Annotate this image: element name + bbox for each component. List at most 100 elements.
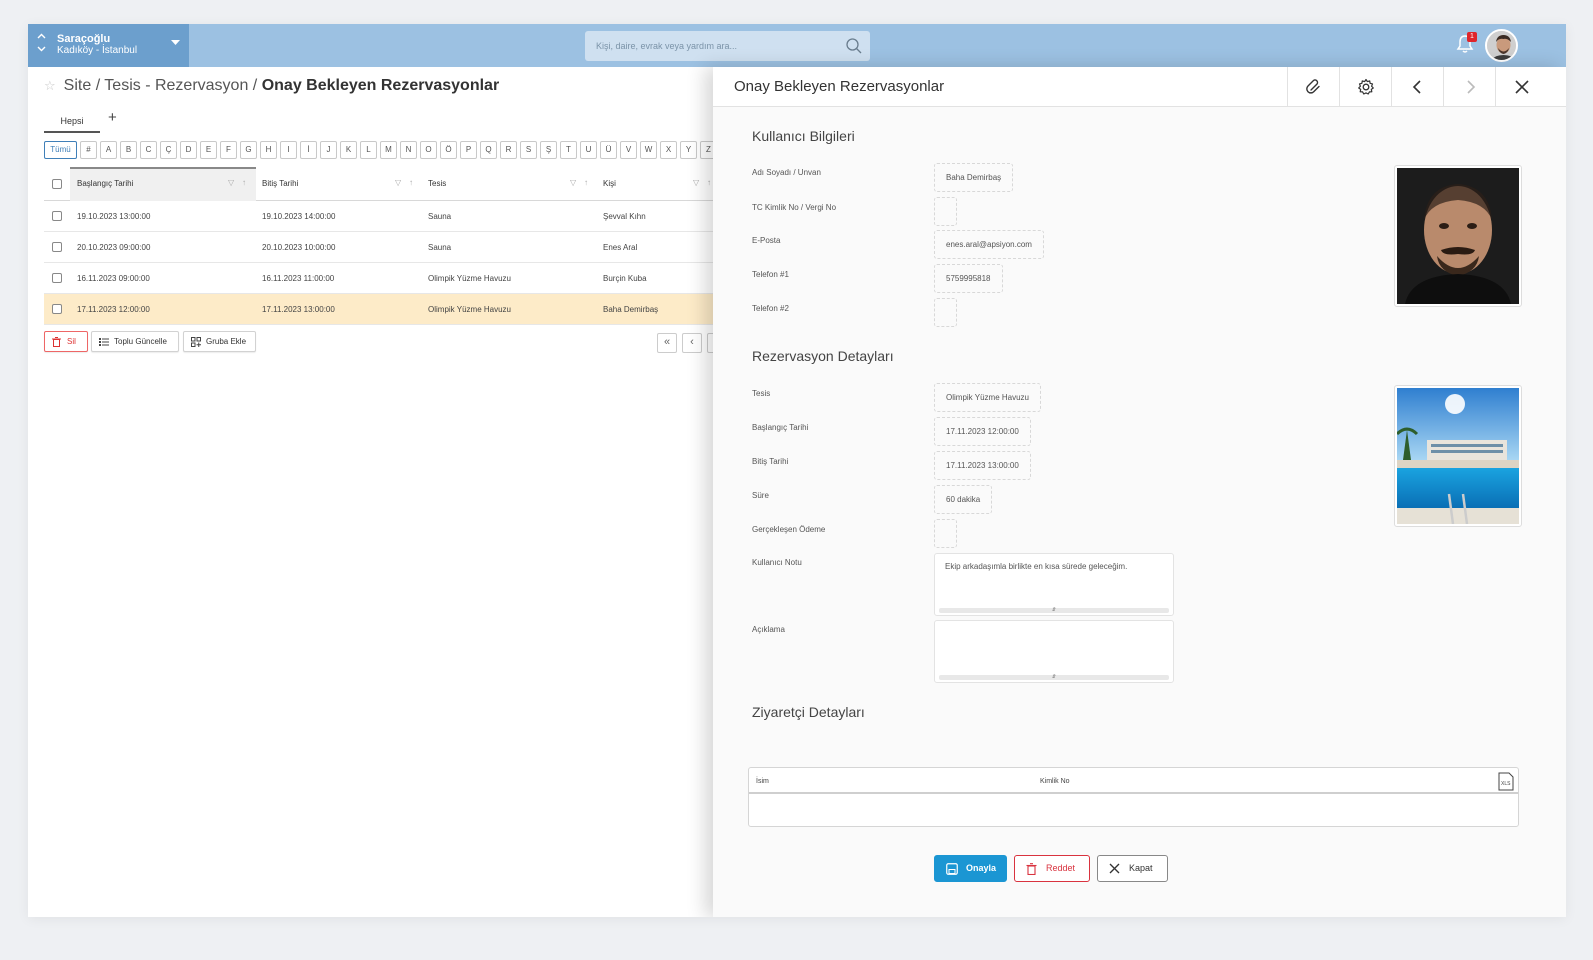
sort-icon[interactable]: ↑ (409, 178, 413, 187)
name-label: Adı Soyadı / Unvan (752, 168, 821, 177)
filter-icon[interactable]: ▽ (228, 178, 234, 187)
approve-label: Onayla (966, 863, 997, 873)
prev-page-button[interactable]: ‹ (682, 333, 702, 353)
notification-badge: 1 (1467, 32, 1477, 42)
alphabet-filter-letter[interactable]: R (500, 141, 517, 159)
alphabet-filter-letter[interactable]: K (340, 141, 357, 159)
alphabet-filter-letter[interactable]: E (200, 141, 217, 159)
row-checkbox[interactable] (52, 273, 62, 283)
tc-value (934, 197, 957, 226)
alphabet-filter-letter[interactable]: A (100, 141, 117, 159)
column-header-id[interactable]: Kimlik No (1040, 778, 1070, 785)
alphabet-filter-letter[interactable]: J (320, 141, 337, 159)
approve-button[interactable]: Onayla (934, 855, 1007, 882)
list-check-icon (99, 338, 109, 346)
cell-facility: Olimpik Yüzme Havuzu (428, 274, 511, 283)
first-page-button[interactable]: « (657, 333, 677, 353)
row-checkbox[interactable] (52, 304, 62, 314)
alphabet-filter-letter[interactable]: W (640, 141, 657, 159)
row-checkbox[interactable] (52, 242, 62, 252)
add-to-group-button[interactable]: Gruba Ekle (183, 331, 256, 352)
tc-label: TC Kimlik No / Vergi No (752, 203, 837, 212)
site-selector[interactable]: Saraçoğlu Kadıköy - İstanbul (28, 24, 189, 67)
alphabet-filter-letter[interactable]: Ç (160, 141, 177, 159)
alphabet-filter-letter[interactable]: Y (680, 141, 697, 159)
delete-button[interactable]: Sil (44, 331, 88, 352)
breadcrumb-module[interactable]: Tesis - Rezervasyon (104, 77, 248, 94)
alphabet-filter-letter[interactable]: X (660, 141, 677, 159)
phone2-value (934, 298, 957, 327)
filter-icon[interactable]: ▽ (395, 178, 401, 187)
email-label: E-Posta (752, 236, 781, 245)
resize-handle[interactable]: ⇵ (939, 608, 1169, 613)
select-all-checkbox[interactable] (52, 179, 62, 189)
previous-record-button[interactable] (1391, 67, 1443, 107)
attach-button[interactable] (1287, 67, 1339, 107)
start-date-value: 17.11.2023 12:00:00 (934, 417, 1031, 446)
user-avatar[interactable] (1485, 29, 1518, 62)
alphabet-filter-letter[interactable]: U (580, 141, 597, 159)
alphabet-filter-letter[interactable]: Ü (600, 141, 617, 159)
column-header-name[interactable]: İsim (756, 778, 769, 785)
alphabet-filter-letter[interactable]: O (420, 141, 437, 159)
table-row-selected[interactable]: 17.11.2023 12:00:00 17.11.2023 13:00:00 … (44, 294, 724, 325)
sort-icon[interactable]: ↑ (707, 178, 711, 187)
sort-icon[interactable]: ↑ (242, 178, 246, 187)
global-search (585, 31, 870, 61)
alphabet-filter-letter[interactable]: S (520, 141, 537, 159)
table-row[interactable]: 16.11.2023 09:00:00 16.11.2023 11:00:00 … (44, 263, 724, 294)
alphabet-filter-letter[interactable]: P (460, 141, 477, 159)
phone1-value: 5759995818 (934, 264, 1003, 293)
sort-icon[interactable]: ↑ (584, 178, 588, 187)
alphabet-filter-letter[interactable]: G (240, 141, 257, 159)
notifications-button[interactable]: 1 (1456, 32, 1477, 56)
alphabet-filter-letter[interactable]: C (140, 141, 157, 159)
bulk-update-button[interactable]: Toplu Güncelle (91, 331, 179, 352)
search-icon[interactable] (845, 37, 863, 55)
description-textarea[interactable]: ⇵ (934, 620, 1174, 683)
alphabet-filter-letter[interactable]: T (560, 141, 577, 159)
alphabet-filter-letter[interactable]: Ş (540, 141, 557, 159)
resize-handle[interactable]: ⇵ (939, 675, 1169, 680)
alphabet-filter-letter[interactable]: N (400, 141, 417, 159)
alphabet-filter-letter[interactable]: Ö (440, 141, 457, 159)
alphabet-filter-letter[interactable]: D (180, 141, 197, 159)
alphabet-filter-letter[interactable]: M (380, 141, 397, 159)
alphabet-filter-letter[interactable]: F (220, 141, 237, 159)
breadcrumb-separator: / (95, 77, 101, 94)
description-label: Açıklama (752, 625, 785, 634)
settings-button[interactable] (1339, 67, 1391, 107)
page-title: Onay Bekleyen Rezervasyonlar (261, 77, 500, 94)
alphabet-filter-letter[interactable]: # (80, 141, 97, 159)
cell-person: Şevval Kıhn (603, 212, 646, 221)
close-drawer-button[interactable] (1495, 67, 1547, 107)
favorite-star-icon[interactable]: ☆ (44, 78, 56, 93)
add-tab-plus-icon[interactable]: + (108, 109, 117, 126)
alphabet-filter-letter[interactable]: I (280, 141, 297, 159)
breadcrumb-site[interactable]: Site (64, 77, 92, 94)
alphabet-filter-letter[interactable]: L (360, 141, 377, 159)
filter-icon[interactable]: ▽ (570, 178, 576, 187)
reject-button[interactable]: Reddet (1014, 855, 1090, 882)
table-row[interactable]: 20.10.2023 09:00:00 20.10.2023 10:00:00 … (44, 232, 724, 263)
filter-icon[interactable]: ▽ (693, 178, 699, 187)
column-header-person[interactable]: Kişi (603, 179, 616, 188)
tab-hepsi[interactable]: Hepsi (44, 111, 100, 133)
alphabet-filter-letter[interactable]: V (620, 141, 637, 159)
row-checkbox[interactable] (52, 211, 62, 221)
table-row[interactable]: 19.10.2023 13:00:00 19.10.2023 14:00:00 … (44, 201, 724, 232)
alphabet-filter-letter[interactable]: Q (480, 141, 497, 159)
column-header-start[interactable]: Başlangıç Tarihi (77, 179, 133, 188)
next-record-button[interactable] (1443, 67, 1495, 107)
alphabet-filter-all[interactable]: Tümü (44, 141, 77, 159)
search-input[interactable] (585, 31, 840, 61)
export-xls-button[interactable]: XLS (1498, 772, 1514, 793)
facility-label: Tesis (752, 389, 771, 398)
alphabet-filter-letter[interactable]: H (260, 141, 277, 159)
close-button[interactable]: Kapat (1097, 855, 1168, 882)
alphabet-filter-letter[interactable]: İ (300, 141, 317, 159)
user-note-textarea[interactable]: Ekip arkadaşımla birlikte en kısa sürede… (934, 553, 1174, 616)
alphabet-filter-letter[interactable]: B (120, 141, 137, 159)
column-header-end[interactable]: Bitiş Tarihi (262, 179, 298, 188)
column-header-facility[interactable]: Tesis (428, 179, 446, 188)
